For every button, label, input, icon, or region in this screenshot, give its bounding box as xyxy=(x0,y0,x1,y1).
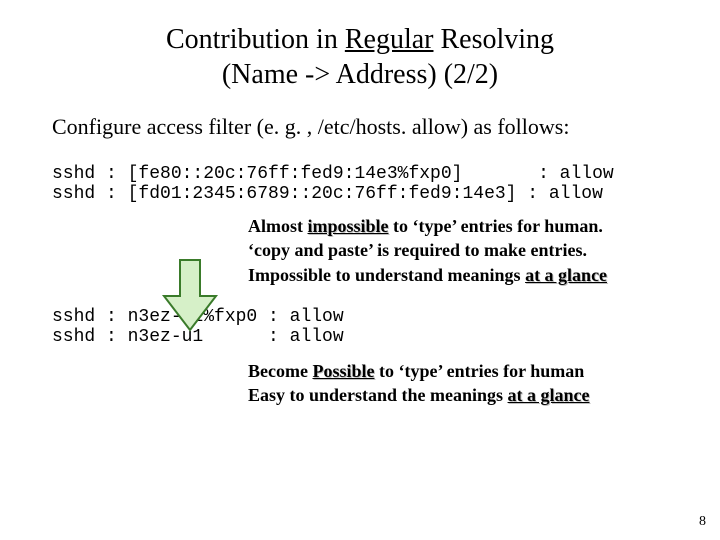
title-line1-post: Resolving xyxy=(433,24,554,55)
code-block-short: sshd : n3ez-l1%fxp0 : allow sshd : n3ez-… xyxy=(52,307,720,347)
note2-l2b: at a glance xyxy=(508,385,590,405)
note1-l2: ‘copy and paste’ is required to make ent… xyxy=(248,240,587,260)
note-possible: Become Possible to ‘type’ entries for hu… xyxy=(248,359,680,408)
title-line1-pre: Contribution in xyxy=(166,24,345,55)
code1-line1: sshd : [fe80::20c:76ff:fed9:14e3%fxp0] :… xyxy=(52,164,614,184)
down-arrow-icon xyxy=(160,256,220,334)
note2-l1c: to ‘type’ entries for human xyxy=(374,361,584,381)
note-impossible: Almost impossible to ‘type’ entries for … xyxy=(248,214,680,287)
note1-l1b: impossible xyxy=(308,216,389,236)
note2-l2a: Easy to understand the meanings xyxy=(248,385,508,405)
slide-title: Contribution in Regular Resolving (Name … xyxy=(0,0,720,92)
title-line1-underlined: Regular xyxy=(345,24,434,55)
intro-text: Configure access filter (e. g. , /etc/ho… xyxy=(52,114,720,140)
title-line2: (Name -> Address) (2/2) xyxy=(222,59,498,90)
slide: Contribution in Regular Resolving (Name … xyxy=(0,0,720,540)
page-number: 8 xyxy=(699,514,706,530)
note2-l1a: Become xyxy=(248,361,312,381)
note1-l3a: Impossible to understand meanings xyxy=(248,265,525,285)
note2-l1b: Possible xyxy=(312,361,374,381)
note1-l3b: at a glance xyxy=(525,265,607,285)
code-block-ipv6: sshd : [fe80::20c:76ff:fed9:14e3%fxp0] :… xyxy=(52,164,720,204)
note1-l1a: Almost xyxy=(248,216,308,236)
note1-l1c: to ‘type’ entries for human. xyxy=(389,216,603,236)
code1-line2: sshd : [fd01:2345:6789::20c:76ff:fed9:14… xyxy=(52,184,603,204)
